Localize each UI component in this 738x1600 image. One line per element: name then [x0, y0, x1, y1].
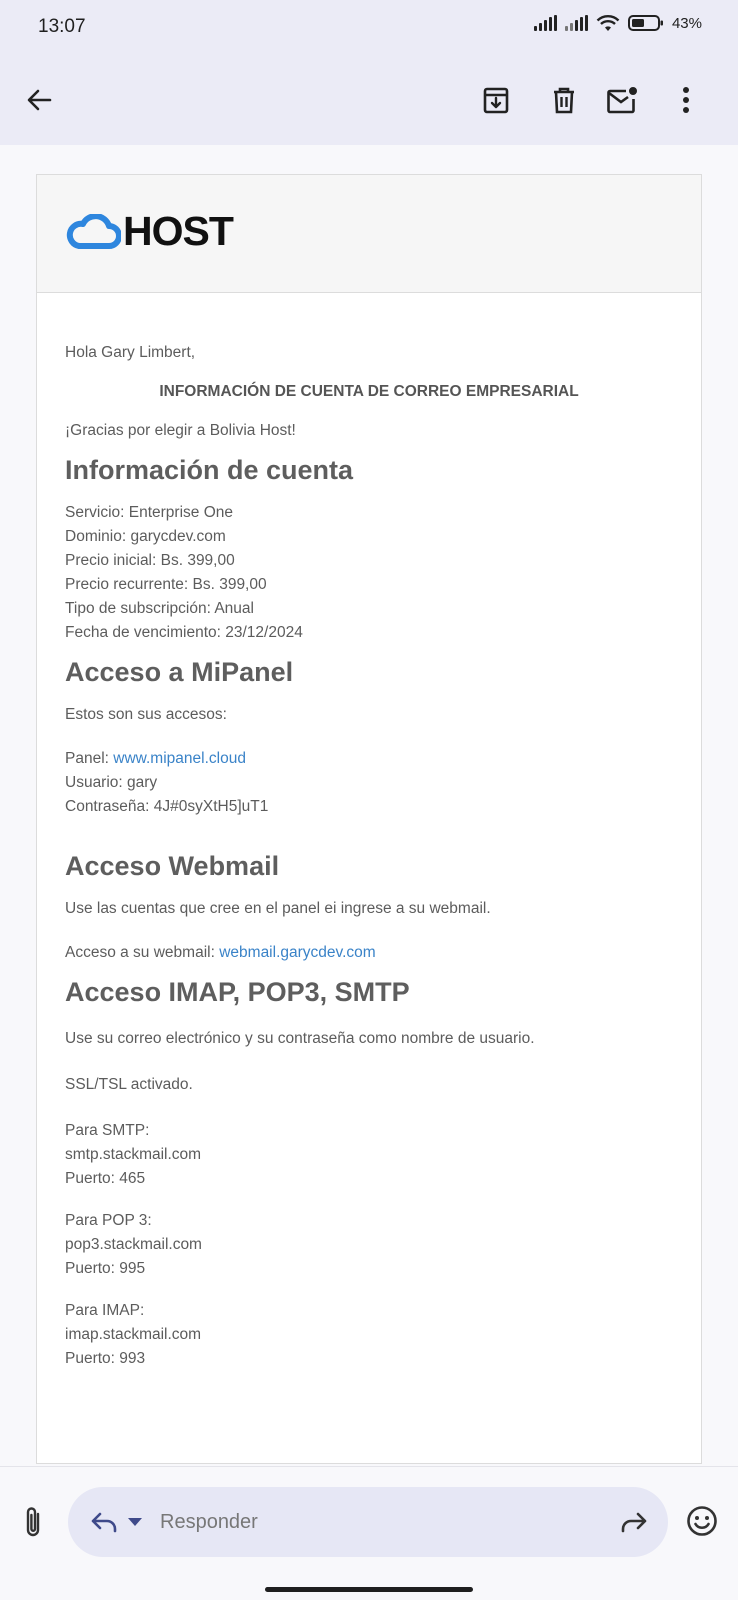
server-port: Puerto: 993 — [65, 1350, 146, 1367]
server-host: imap.stackmail.com — [65, 1326, 202, 1343]
panel-password: Contraseña: 4J#0syXtH5]uT1 — [65, 798, 269, 815]
reply-input[interactable]: Responder — [68, 1487, 668, 1557]
email-content: Hola Gary Limbert, INFORMACIÓN DE CUENTA… — [37, 293, 701, 1371]
logo-text: HOST — [123, 208, 234, 254]
signal-icon — [533, 15, 557, 31]
panel-line: Panel: www.mipanel.cloud — [65, 747, 673, 771]
account-line: Tipo de subscripción: Anual — [65, 600, 254, 617]
mark-unread-icon — [607, 87, 637, 114]
top-app-bar: 13:07 43% — [0, 0, 738, 145]
account-line: Precio inicial: Bs. 399,00 — [65, 552, 235, 569]
emoji-button[interactable] — [686, 1505, 718, 1537]
server-block-imap: Para IMAP: imap.stackmail.com Puerto: 99… — [65, 1299, 673, 1371]
server-host: smtp.stackmail.com — [65, 1146, 202, 1163]
cloud-logo-icon — [66, 213, 121, 249]
signal-icon-2 — [564, 15, 588, 31]
server-port: Puerto: 995 — [65, 1260, 146, 1277]
server-port: Puerto: 465 — [65, 1170, 146, 1187]
arrow-back-icon — [27, 89, 52, 111]
greeting: Hola Gary Limbert, — [65, 344, 196, 361]
attach-button[interactable] — [16, 1503, 50, 1541]
host-logo: HOST — [65, 208, 234, 254]
server-label: Para POP 3: — [65, 1212, 152, 1229]
webmail-intro: Use las cuentas que cree en el panel ei … — [65, 900, 491, 917]
thanks-text: ¡Gracias por elegir a Bolivia Host! — [65, 422, 296, 439]
mark-unread-button[interactable] — [600, 78, 644, 122]
emoji-icon — [687, 1506, 717, 1536]
account-line: Fecha de vencimiento: 23/12/2024 — [65, 624, 303, 641]
panel-user: Usuario: gary — [65, 774, 158, 791]
panel-link[interactable]: www.mipanel.cloud — [113, 750, 246, 767]
email-heading: INFORMACIÓN DE CUENTA DE CORREO EMPRESAR… — [159, 383, 579, 400]
email-body: HOST Hola Gary Limbert, INFORMACIÓN DE C… — [36, 174, 702, 1464]
section-title-panel: Acceso a MiPanel — [65, 657, 294, 687]
email-header-banner: HOST — [37, 175, 701, 293]
webmail-access: Acceso a su webmail: webmail.garycdev.co… — [65, 941, 673, 965]
account-line: Servicio: Enterprise One — [65, 504, 233, 521]
reply-icon — [91, 1512, 117, 1533]
delete-button[interactable] — [542, 78, 586, 122]
server-label: Para IMAP: — [65, 1302, 145, 1319]
archive-button[interactable] — [474, 78, 518, 122]
webmail-link[interactable]: webmail.garycdev.com — [219, 944, 376, 961]
battery-icon — [627, 15, 663, 31]
section-title-imap: Acceso IMAP, POP3, SMTP — [65, 977, 410, 1007]
status-icons: 43% — [533, 14, 702, 32]
reply-placeholder: Responder — [160, 1511, 258, 1533]
battery-percent: 43% — [671, 14, 702, 32]
panel-label: Panel: — [65, 750, 114, 767]
server-host: pop3.stackmail.com — [65, 1236, 202, 1253]
imap-intro: Use su correo electrónico y su contraseñ… — [65, 1030, 535, 1047]
webmail-label: Acceso a su webmail: — [65, 944, 220, 961]
section-title-webmail: Acceso Webmail — [65, 851, 280, 881]
more-options-button[interactable] — [664, 78, 708, 122]
panel-access-list: Panel: www.mipanel.cloud Usuario: gary C… — [65, 747, 673, 819]
server-label: Para SMTP: — [65, 1122, 150, 1139]
wifi-icon — [596, 15, 620, 31]
forward-icon[interactable] — [620, 1510, 648, 1534]
status-time: 13:07 — [38, 16, 86, 37]
trash-icon — [554, 87, 574, 114]
archive-icon — [483, 87, 509, 114]
ssl-note: SSL/TSL activado. — [65, 1076, 193, 1093]
caret-down-icon[interactable] — [128, 1518, 142, 1527]
account-info-list: Servicio: Enterprise One Dominio: garycd… — [65, 501, 673, 645]
section-title-account: Información de cuenta — [65, 455, 354, 485]
back-button[interactable] — [17, 78, 61, 122]
account-line: Precio recurrente: Bs. 399,00 — [65, 576, 267, 593]
reply-bar: Responder — [0, 1466, 738, 1600]
panel-intro: Estos son sus accesos: — [65, 706, 227, 723]
paperclip-icon — [26, 1507, 40, 1537]
more-vert-icon — [683, 87, 689, 113]
account-line: Dominio: garycdev.com — [65, 528, 226, 545]
server-block-pop3: Para POP 3: pop3.stackmail.com Puerto: 9… — [65, 1209, 673, 1281]
server-block-smtp: Para SMTP: smtp.stackmail.com Puerto: 46… — [65, 1119, 673, 1191]
home-indicator[interactable] — [265, 1587, 473, 1592]
